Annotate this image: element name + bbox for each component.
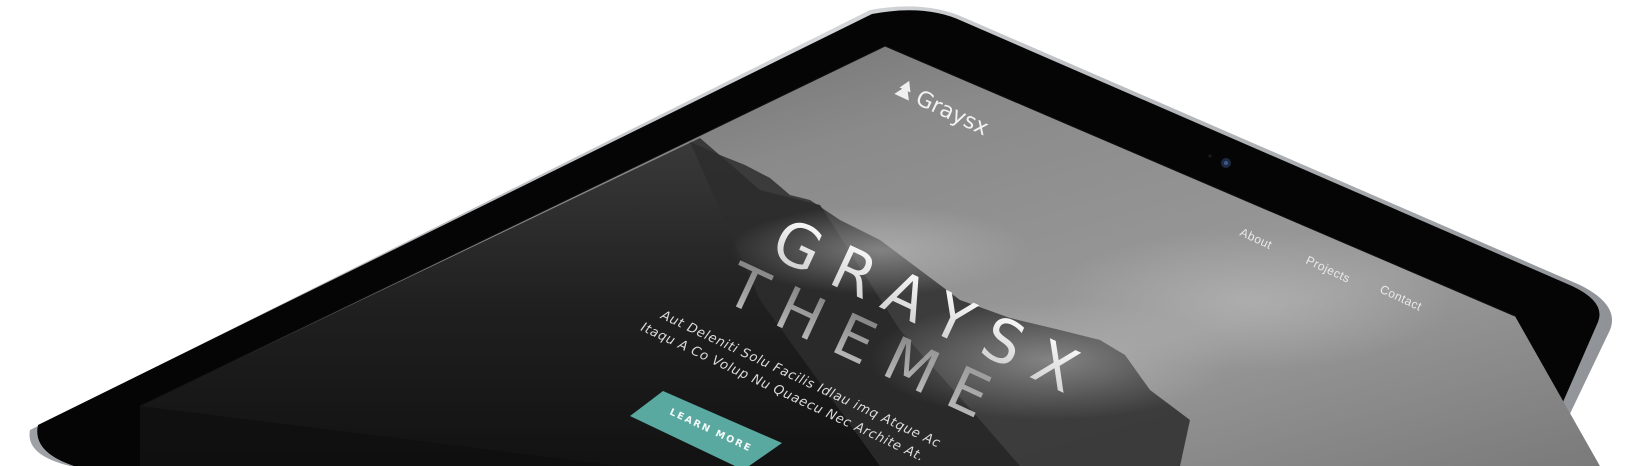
mockup-stage: Graysx About Projects Contact GRAYSX THE… — [0, 0, 1650, 466]
camera-sensor — [1208, 154, 1212, 158]
camera-lens-dot — [1224, 161, 1228, 165]
tablet-mockup: Graysx About Projects Contact GRAYSX THE… — [29, 6, 1612, 466]
